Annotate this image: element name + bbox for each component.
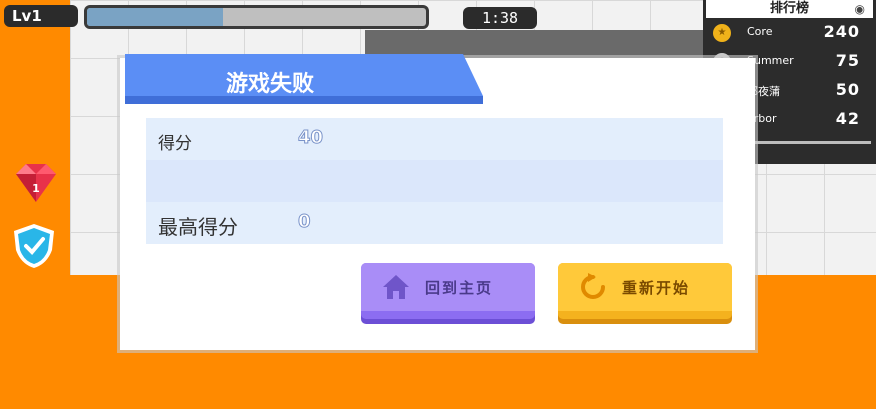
restart-button-label: 重新开始 [622, 279, 691, 297]
high-score-label: 最高得分 [158, 215, 238, 239]
shield-icon [14, 224, 54, 268]
player-score: 75 [835, 51, 860, 70]
lives-count: 1 [32, 182, 40, 195]
player-score: 50 [835, 80, 860, 99]
home-button-label: 回到主页 [425, 279, 494, 297]
gold-medal-icon: ★ [713, 24, 731, 42]
xp-progress-fill [87, 8, 223, 26]
eye-icon[interactable]: ◉ [855, 0, 865, 18]
home-icon [383, 275, 409, 299]
leaderboard-header: 排行榜 ◉ [706, 0, 873, 18]
level-badge: Lv1 [4, 5, 78, 27]
leaderboard-row: ★ Core 240 [703, 18, 876, 47]
home-button[interactable]: 回到主页 [361, 263, 535, 319]
score-value: 40 [297, 127, 324, 149]
game-timer: 1:38 [463, 7, 537, 29]
high-score-value: 0 [298, 211, 311, 233]
score-label: 得分 [158, 134, 192, 154]
score-row: 得分 40 [146, 118, 723, 160]
xp-progress-bar [84, 5, 429, 29]
player-name: Core [747, 25, 773, 38]
player-score: 42 [835, 109, 860, 128]
dialog-title: 游戏失败 [225, 72, 314, 97]
bottom-bar [0, 360, 876, 409]
high-score-row: 最高得分 0 [146, 202, 723, 244]
heart-gem-icon: 1 [16, 164, 56, 202]
game-over-dialog: 游戏失败 得分 40 最高得分 0 回到主页 重新开始 [120, 54, 755, 350]
leaderboard-title: 排行榜 [769, 1, 809, 16]
restart-button[interactable]: 重新开始 [558, 263, 732, 319]
leaderboard-divider [755, 141, 871, 144]
restart-icon [581, 273, 605, 299]
empty-row [146, 160, 723, 202]
player-score: 240 [823, 22, 860, 41]
